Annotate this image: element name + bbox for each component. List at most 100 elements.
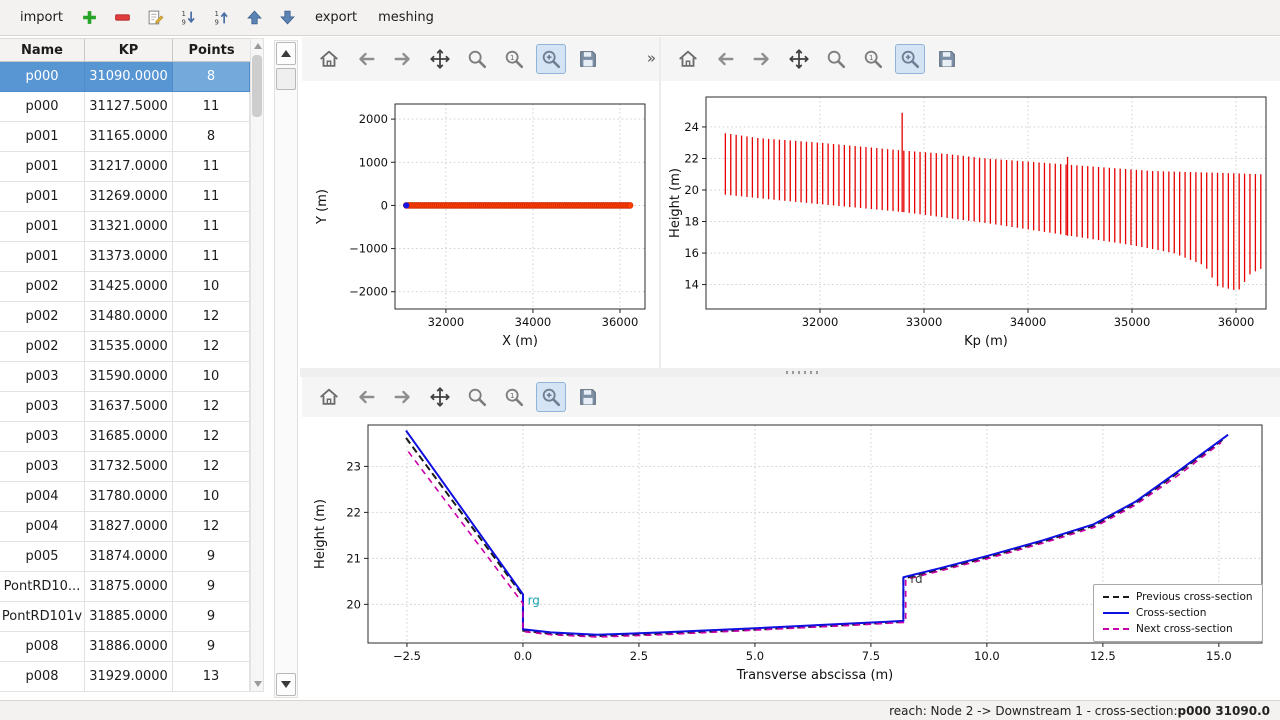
splitter-handle[interactable]	[786, 371, 820, 374]
profile-plot[interactable]: 3200033000340003500036000141618202224Kp …	[661, 83, 1280, 368]
cell-name[interactable]: p000	[0, 92, 85, 122]
cell-kp[interactable]: 31886.0000	[85, 632, 173, 662]
cell-points[interactable]: 13	[173, 662, 250, 692]
save-button[interactable]	[573, 382, 603, 412]
cell-kp[interactable]: 31217.0000	[85, 152, 173, 182]
cell-points[interactable]: 11	[173, 212, 250, 242]
horizontal-splitter[interactable]	[300, 368, 1280, 377]
table-row[interactable]: p00131373.000011	[0, 242, 250, 272]
cell-points[interactable]: 9	[173, 542, 250, 572]
zoom-one-button[interactable]: 1	[499, 382, 529, 412]
table-scrollbar[interactable]	[250, 38, 264, 692]
toolbar-overflow-button[interactable]: »	[647, 49, 656, 67]
zoom-one-button[interactable]: 1	[858, 44, 888, 74]
forward-button[interactable]	[747, 44, 777, 74]
table-row[interactable]: PontRD101v31885.00009	[0, 602, 250, 632]
remove-cross-section-button[interactable]	[111, 6, 135, 30]
cell-name[interactable]: PontRD10...	[0, 572, 85, 602]
cell-kp[interactable]: 31929.0000	[85, 662, 173, 692]
cell-name[interactable]: p000	[0, 62, 85, 92]
cell-name[interactable]: p002	[0, 302, 85, 332]
scrollbar-down-arrow-icon[interactable]	[254, 681, 262, 687]
zoom-one-button[interactable]: 1	[499, 44, 529, 74]
xsection-plot[interactable]: Previous cross-section Cross-section Nex…	[302, 419, 1280, 700]
cell-kp[interactable]: 31165.0000	[85, 122, 173, 152]
edit-button[interactable]	[144, 6, 168, 30]
cell-name[interactable]: p003	[0, 452, 85, 482]
cell-name[interactable]: p008	[0, 662, 85, 692]
column-header-name[interactable]: Name	[0, 39, 85, 61]
table-row[interactable]: p00831929.000013	[0, 662, 250, 692]
zoom-button[interactable]	[462, 44, 492, 74]
vertical-splitter[interactable]	[659, 37, 661, 368]
cell-points[interactable]: 8	[173, 62, 250, 92]
back-button[interactable]	[351, 44, 381, 74]
cell-kp[interactable]: 31269.0000	[85, 182, 173, 212]
table-row[interactable]: p00131217.000011	[0, 152, 250, 182]
table-row[interactable]: p00231480.000012	[0, 302, 250, 332]
table-row[interactable]: p00331732.500012	[0, 452, 250, 482]
cell-kp[interactable]: 31874.0000	[85, 542, 173, 572]
column-header-kp[interactable]: KP	[85, 39, 173, 61]
import-button[interactable]: import	[14, 7, 69, 28]
cell-kp[interactable]: 31090.0000	[85, 62, 173, 92]
cell-name[interactable]: p003	[0, 392, 85, 422]
pan-button[interactable]	[425, 44, 455, 74]
table-row[interactable]: p00531874.00009	[0, 542, 250, 572]
cell-points[interactable]: 10	[173, 272, 250, 302]
cell-name[interactable]: p001	[0, 122, 85, 152]
cell-kp[interactable]: 31637.5000	[85, 392, 173, 422]
cell-points[interactable]: 10	[173, 362, 250, 392]
cell-name[interactable]: p001	[0, 152, 85, 182]
cell-points[interactable]: 12	[173, 392, 250, 422]
cell-kp[interactable]: 31885.0000	[85, 602, 173, 632]
table-row[interactable]: p00831886.00009	[0, 632, 250, 662]
cell-kp[interactable]: 31321.0000	[85, 212, 173, 242]
cell-points[interactable]: 9	[173, 602, 250, 632]
table-scrollbar-thumb[interactable]	[252, 55, 262, 117]
cell-points[interactable]: 10	[173, 482, 250, 512]
save-button[interactable]	[932, 44, 962, 74]
scroll-down-button[interactable]	[276, 673, 296, 696]
cell-name[interactable]: p004	[0, 482, 85, 512]
table-row[interactable]: p00431827.000012	[0, 512, 250, 542]
table-row[interactable]: p00231425.000010	[0, 272, 250, 302]
cell-name[interactable]: p001	[0, 212, 85, 242]
cell-points[interactable]: 12	[173, 422, 250, 452]
cell-kp[interactable]: 31373.0000	[85, 242, 173, 272]
cell-kp[interactable]: 31127.5000	[85, 92, 173, 122]
add-cross-section-button[interactable]	[78, 6, 102, 30]
table-row[interactable]: p00131165.00008	[0, 122, 250, 152]
pan-button[interactable]	[425, 382, 455, 412]
cell-name[interactable]: p005	[0, 542, 85, 572]
cell-points[interactable]: 12	[173, 302, 250, 332]
cell-name[interactable]: p003	[0, 362, 85, 392]
table-row[interactable]: p00031127.500011	[0, 92, 250, 122]
cell-name[interactable]: p002	[0, 332, 85, 362]
cell-points[interactable]: 11	[173, 242, 250, 272]
zoom-button[interactable]	[462, 382, 492, 412]
cell-name[interactable]: PontRD101v	[0, 602, 85, 632]
table-row[interactable]: p00031090.00008	[0, 62, 250, 92]
forward-button[interactable]	[388, 382, 418, 412]
cell-points[interactable]: 11	[173, 182, 250, 212]
export-button[interactable]: export	[309, 7, 363, 28]
meshing-button[interactable]: meshing	[372, 7, 440, 28]
save-button[interactable]	[573, 44, 603, 74]
cell-kp[interactable]: 31590.0000	[85, 362, 173, 392]
zoom-select-button[interactable]	[895, 44, 925, 74]
table-row[interactable]: p00331637.500012	[0, 392, 250, 422]
table-row[interactable]: p00131269.000011	[0, 182, 250, 212]
move-down-button[interactable]	[276, 6, 300, 30]
cell-points[interactable]: 9	[173, 632, 250, 662]
cell-kp[interactable]: 31425.0000	[85, 272, 173, 302]
cell-points[interactable]: 12	[173, 332, 250, 362]
table-row[interactable]: p00431780.000010	[0, 482, 250, 512]
sort-descending-button[interactable]: 19	[210, 6, 234, 30]
zoom-button[interactable]	[821, 44, 851, 74]
pan-button[interactable]	[784, 44, 814, 74]
cell-name[interactable]: p001	[0, 182, 85, 212]
cell-kp[interactable]: 31480.0000	[85, 302, 173, 332]
back-button[interactable]	[351, 382, 381, 412]
cell-points[interactable]: 11	[173, 92, 250, 122]
